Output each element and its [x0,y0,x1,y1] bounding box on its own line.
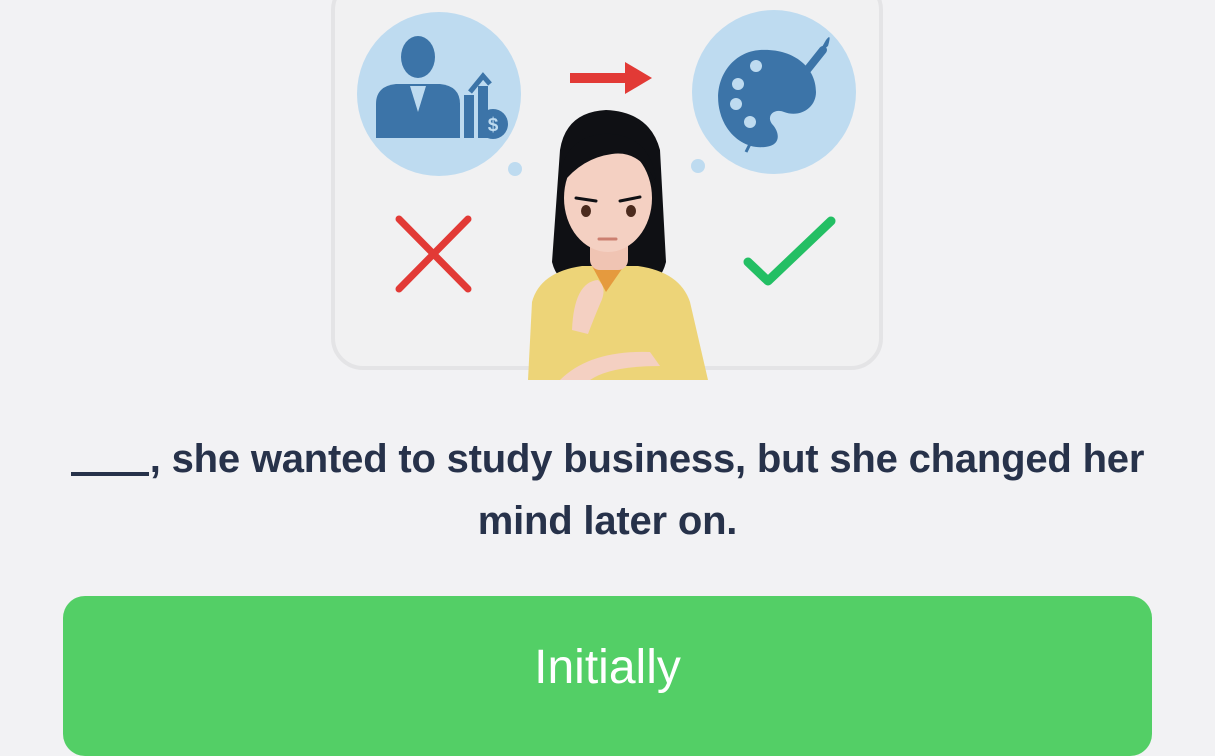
businessman-growth-chart-icon: $ [357,12,521,176]
answer-option-label: Initially [534,641,681,694]
illustration: $ [357,10,856,380]
paint-palette-brush-icon [692,10,856,174]
cross-mark-icon [395,215,472,293]
svg-text:$: $ [488,115,499,136]
answer-blank [70,472,149,476]
check-mark-icon [743,216,836,286]
question-text: , she wanted to study business, but she … [55,428,1160,552]
woman-thinking-illustration [528,110,708,380]
question-sentence: , she wanted to study business, but she … [149,437,1145,543]
right-arrow-icon [570,62,652,94]
answer-option-button[interactable]: Initially [63,596,1152,756]
